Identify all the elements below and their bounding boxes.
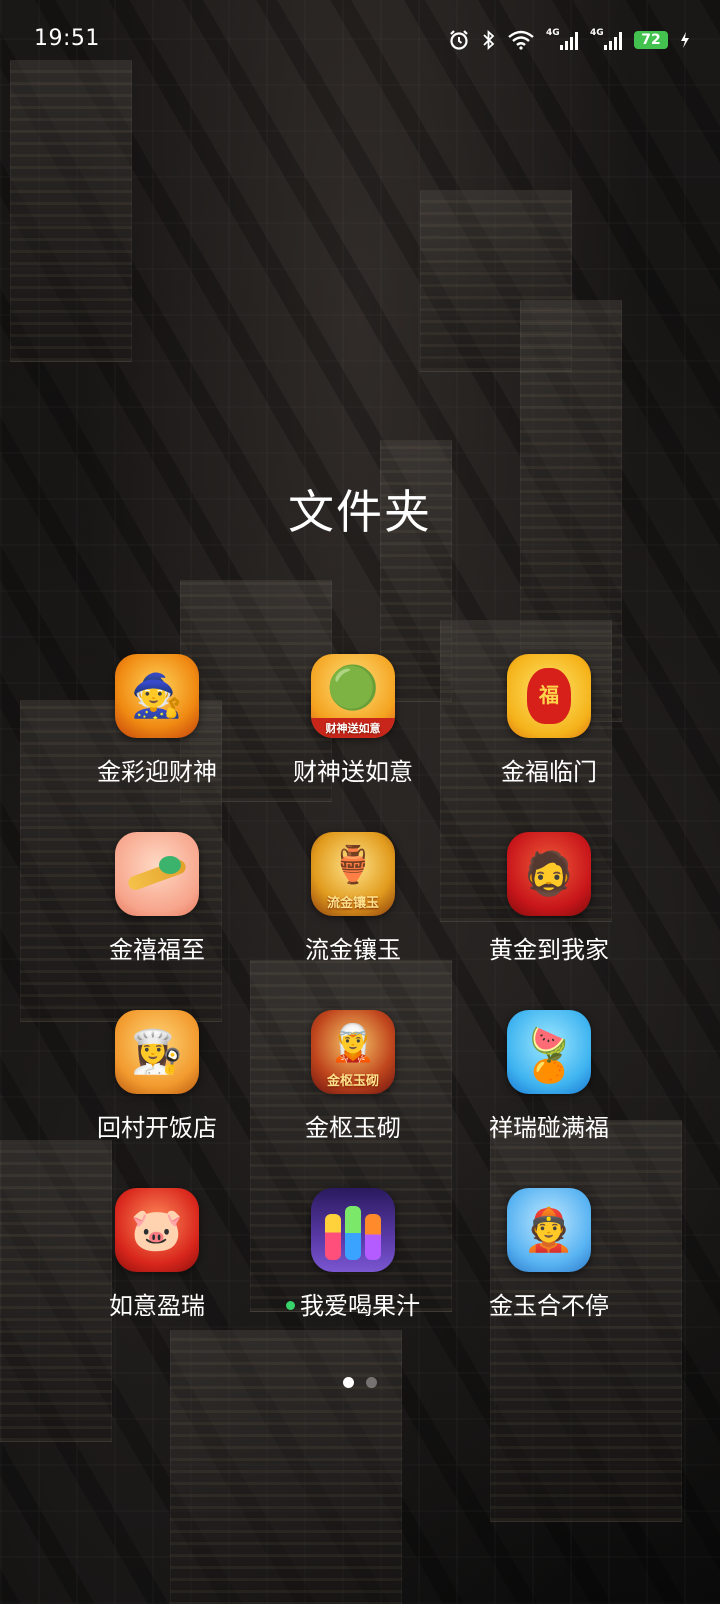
wallpaper-building — [170, 1330, 402, 1604]
app-jinyu-he-buting[interactable]: 👲 金玉合不停 — [449, 1188, 649, 1321]
app-label: 如意盈瑞 — [109, 1292, 205, 1320]
battery-icon: 72 — [634, 31, 668, 49]
lucky-pig-icon: 🐷 — [115, 1188, 199, 1272]
treasure-pot-icon: 🏺 流金镶玉 — [311, 832, 395, 916]
app-label: 金彩迎财神 — [97, 758, 217, 786]
bearded-god-icon: 🧔 — [507, 832, 591, 916]
fruit-match-icon: 🍉 🍊 — [507, 1010, 591, 1094]
app-label: 金枢玉砌 — [305, 1114, 401, 1142]
app-jinxi-fuzhi[interactable]: 金禧福至 — [57, 832, 257, 965]
page-dot-1[interactable] — [343, 1377, 354, 1388]
fortune-bag-icon: 福 — [507, 654, 591, 738]
app-label: 祥瑞碰满福 — [489, 1114, 609, 1142]
warrior-god-icon: 🧝 金枢玉砌 — [311, 1010, 395, 1094]
app-label: 金禧福至 — [109, 936, 205, 964]
status-time: 19:51 — [34, 26, 100, 51]
ruyi-scepter-icon — [115, 832, 199, 916]
network-type-2: 4G — [590, 28, 604, 38]
app-woai-he-guozhi[interactable]: 我爱喝果汁 — [253, 1188, 453, 1321]
app-label: 财神送如意 — [293, 758, 413, 786]
signal-icon: 4G — [546, 28, 578, 50]
app-label: 流金镶玉 — [305, 936, 401, 964]
juice-bottles-icon — [311, 1188, 395, 1272]
page-indicator — [0, 1377, 720, 1388]
jade-ruyi-icon: 🟢 财神送如意 — [311, 654, 395, 738]
folder-title[interactable]: 文件夹 — [0, 476, 720, 542]
app-huangjin-dao-wojia[interactable]: 🧔 黄金到我家 — [449, 832, 649, 965]
app-label: 金福临门 — [501, 758, 597, 786]
app-jincai-yingcaishen[interactable]: 🧙 金彩迎财神 — [57, 654, 257, 787]
app-ruyi-yingrui[interactable]: 🐷 如意盈瑞 — [57, 1188, 257, 1321]
app-label: 金玉合不停 — [489, 1292, 609, 1320]
app-label: 回村开饭店 — [97, 1114, 217, 1142]
chef-girl-icon: 👩‍🍳 — [115, 1010, 199, 1094]
app-caishen-song-ruyi[interactable]: 🟢 财神送如意 财神送如意 — [253, 654, 453, 787]
app-label: 我爱喝果汁 — [253, 1286, 453, 1321]
app-jinshu-yuqi[interactable]: 🧝 金枢玉砌 金枢玉砌 — [253, 1010, 453, 1143]
rich-boy-icon: 👲 — [507, 1188, 591, 1272]
alarm-icon — [450, 30, 468, 50]
charging-icon — [681, 32, 689, 48]
page-dot-2[interactable] — [366, 1377, 377, 1388]
new-install-dot — [286, 1300, 295, 1310]
app-label: 黄金到我家 — [489, 936, 609, 964]
status-bar: 19:51 4G 4G 72 — [0, 0, 720, 80]
app-huicun-kai-fandian[interactable]: 👩‍🍳 回村开饭店 — [57, 1010, 257, 1143]
app-liujin-xiangyu[interactable]: 🏺 流金镶玉 流金镶玉 — [253, 832, 453, 965]
network-type-1: 4G — [546, 28, 560, 38]
app-xiangrui-peng-manfu[interactable]: 🍉 🍊 祥瑞碰满福 — [449, 1010, 649, 1143]
status-icons: 4G 4G 72 — [448, 26, 690, 54]
app-jinfu-linmen[interactable]: 福 金福临门 — [449, 654, 649, 787]
bluetooth-icon — [483, 29, 495, 51]
home-screen: 19:51 4G 4G 72 文件夹 🧙 金彩迎财神 🟢 财神送如意 财神送如意… — [0, 0, 720, 1604]
wallpaper-building — [490, 1120, 682, 1522]
signal-icon: 4G — [590, 28, 622, 50]
god-of-wealth-icon: 🧙 — [115, 654, 199, 738]
wallpaper-building — [10, 60, 132, 362]
wifi-icon — [508, 30, 534, 50]
